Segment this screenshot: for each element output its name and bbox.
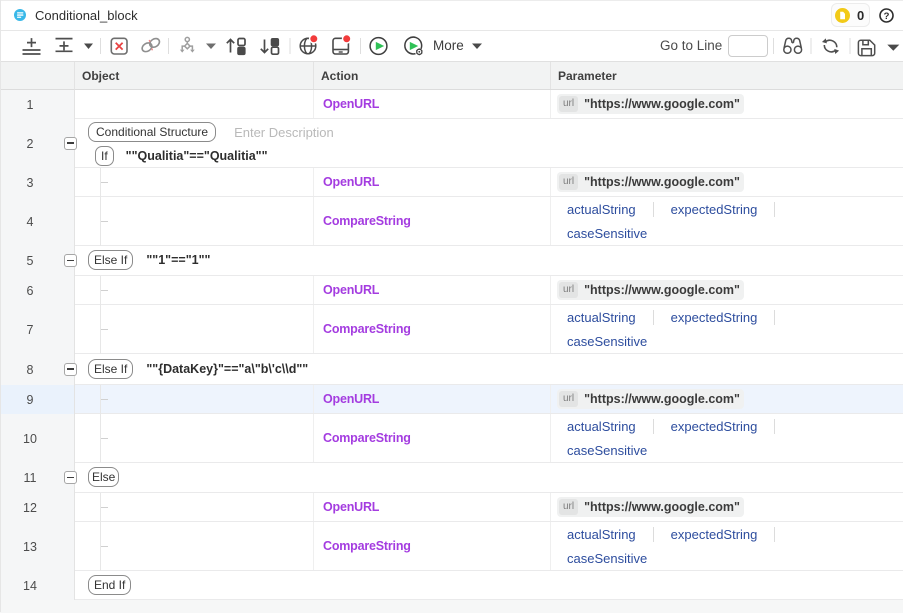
svg-text:?: ? [884, 11, 890, 22]
